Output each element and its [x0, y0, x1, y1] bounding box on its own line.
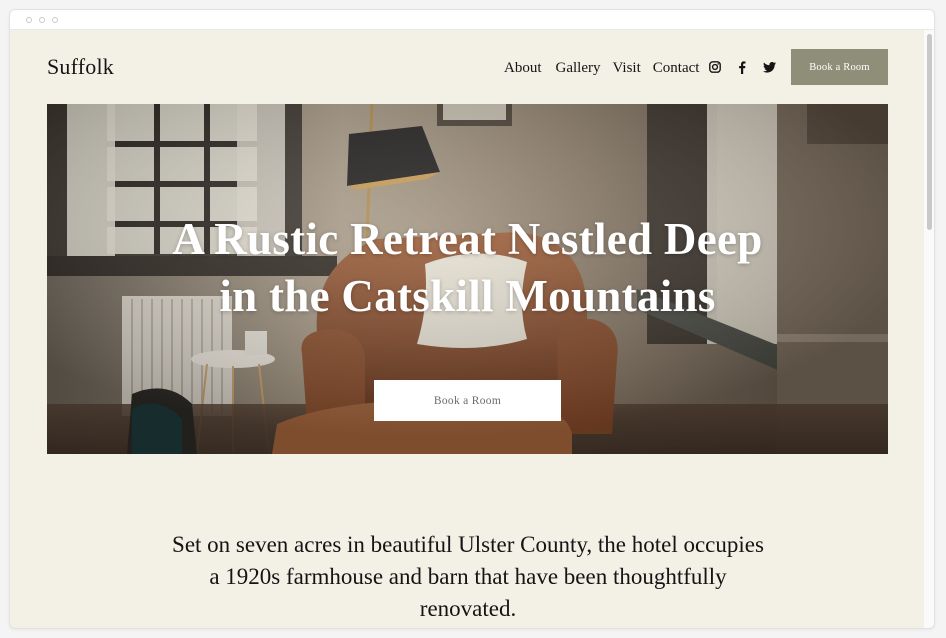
window-dot-maximize[interactable] — [52, 17, 58, 23]
window-dot-minimize[interactable] — [39, 17, 45, 23]
book-room-button[interactable]: Book a Room — [791, 49, 888, 85]
instagram-icon[interactable] — [708, 60, 722, 74]
hero-title-line-2: in the Catskill Mountains — [219, 271, 716, 321]
intro-line-3: renovated. — [419, 596, 517, 621]
hero-title-line-1: A Rustic Retreat Nestled Deep — [172, 214, 763, 264]
hero-section: A Rustic Retreat Nestled Deep in the Cat… — [47, 104, 888, 454]
scrollbar-thumb[interactable] — [927, 34, 932, 230]
nav-item-about[interactable]: About — [504, 60, 542, 77]
intro-paragraph: Set on seven acres in beautiful Ulster C… — [110, 529, 826, 625]
facebook-icon[interactable] — [735, 60, 749, 74]
hero-book-room-button[interactable]: Book a Room — [374, 380, 561, 421]
twitter-icon[interactable] — [762, 60, 776, 74]
site-logo[interactable]: Suffolk — [47, 54, 114, 80]
intro-line-2: a 1920s farmhouse and barn that have bee… — [209, 564, 727, 589]
browser-window: Suffolk About Gallery Visit Contact Book… — [9, 9, 935, 629]
nav-item-visit[interactable]: Visit — [612, 60, 640, 77]
window-dot-close[interactable] — [26, 17, 32, 23]
nav-item-contact[interactable]: Contact — [653, 60, 700, 77]
main-nav: About Gallery Visit Contact — [504, 58, 713, 78]
intro-line-1: Set on seven acres in beautiful Ulster C… — [172, 532, 764, 557]
nav-item-gallery[interactable]: Gallery — [556, 60, 601, 77]
hero-title: A Rustic Retreat Nestled Deep in the Cat… — [47, 211, 888, 325]
window-titlebar — [10, 10, 934, 30]
